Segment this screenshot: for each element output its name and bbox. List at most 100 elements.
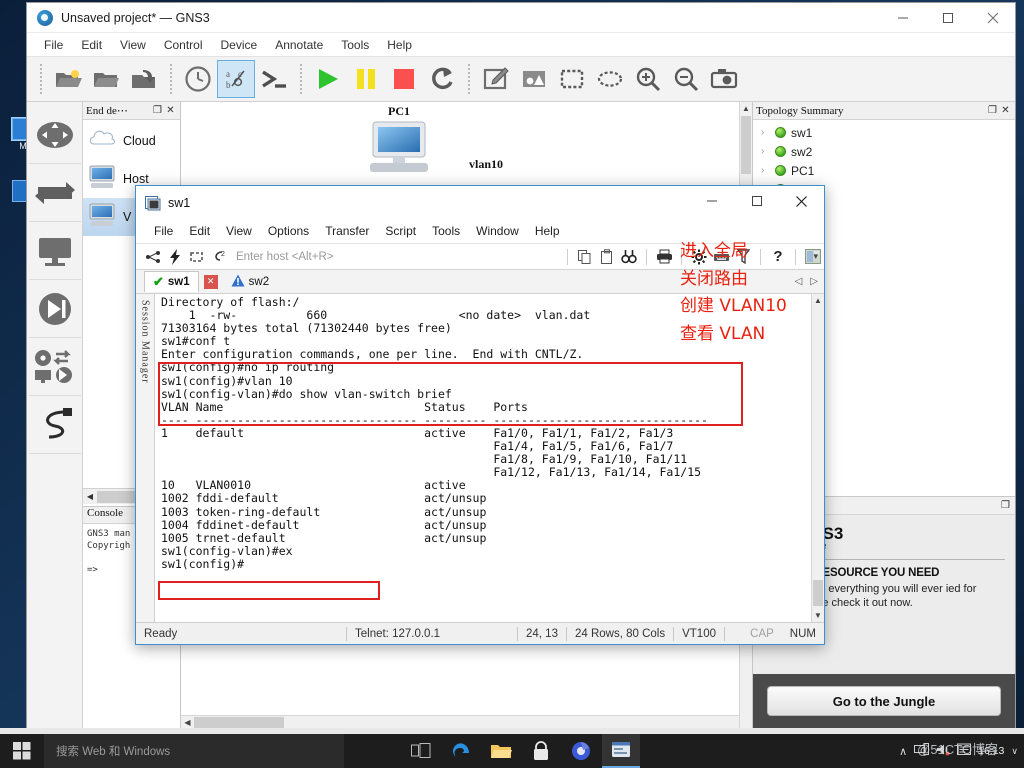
edge-button[interactable] bbox=[442, 734, 480, 768]
reload-all-button[interactable] bbox=[423, 60, 461, 98]
gns3-maximize-button[interactable] bbox=[925, 3, 970, 33]
status-caps-lock: CAP bbox=[750, 627, 774, 640]
tray-expand-caret-icon[interactable]: ∧ bbox=[899, 745, 907, 758]
gns3-taskbar-button[interactable] bbox=[602, 734, 640, 768]
copy-icon[interactable] bbox=[574, 246, 596, 268]
all-devices-button[interactable] bbox=[28, 338, 81, 396]
tab-sw2[interactable]: sw2 bbox=[223, 271, 277, 292]
chrome-button[interactable] bbox=[562, 734, 600, 768]
gns3-menu-file[interactable]: File bbox=[35, 36, 72, 54]
crt-menu-script[interactable]: Script bbox=[377, 222, 424, 240]
start-button[interactable] bbox=[0, 734, 44, 768]
taskbar-search-box[interactable]: 搜索 Web 和 Windows bbox=[44, 734, 344, 768]
topology-row-sw2[interactable]: › sw2 bbox=[753, 142, 1015, 161]
scroll-thumb[interactable] bbox=[813, 580, 823, 606]
gns3-menu-control[interactable]: Control bbox=[155, 36, 212, 54]
scroll-down-icon[interactable]: ▼ bbox=[812, 609, 824, 622]
print-icon[interactable] bbox=[653, 246, 675, 268]
connect-icon[interactable] bbox=[142, 246, 164, 268]
close-icon[interactable]: ✕ bbox=[164, 105, 177, 116]
gns3-menu-device[interactable]: Device bbox=[212, 36, 267, 54]
start-all-button[interactable] bbox=[309, 60, 347, 98]
close-tab-icon[interactable]: ✕ bbox=[203, 274, 218, 289]
device-item-cloud[interactable]: Cloud bbox=[83, 122, 180, 160]
crt-menu-tools[interactable]: Tools bbox=[424, 222, 468, 240]
console-all-button[interactable] bbox=[255, 60, 293, 98]
crt-menu-transfer[interactable]: Transfer bbox=[317, 222, 377, 240]
crt-menu-help[interactable]: Help bbox=[527, 222, 568, 240]
gns3-menu-edit[interactable]: Edit bbox=[72, 36, 111, 54]
canvas-horizontal-scrollbar[interactable]: ◀ bbox=[181, 715, 739, 728]
session-manager-sidebar[interactable]: Session Manager bbox=[136, 294, 155, 622]
task-view-button[interactable] bbox=[402, 734, 440, 768]
paste-icon[interactable] bbox=[596, 246, 618, 268]
new-project-button[interactable] bbox=[49, 60, 87, 98]
node-pc1[interactable]: PC1 bbox=[366, 104, 432, 180]
gns3-minimize-button[interactable] bbox=[880, 3, 925, 33]
crt-menu-options[interactable]: Options bbox=[260, 222, 317, 240]
topology-row-pc1[interactable]: › PC1 bbox=[753, 161, 1015, 180]
pause-all-button[interactable] bbox=[347, 60, 385, 98]
crt-menu-window[interactable]: Window bbox=[468, 222, 527, 240]
quick-connect-icon[interactable] bbox=[164, 246, 186, 268]
tab-sw1[interactable]: ✔ sw1 bbox=[144, 271, 199, 292]
scroll-left-icon[interactable]: ◀ bbox=[83, 492, 97, 501]
gns3-close-button[interactable] bbox=[970, 3, 1015, 33]
tab-next-icon[interactable]: ▷ bbox=[810, 276, 818, 287]
scroll-thumb[interactable] bbox=[194, 716, 284, 728]
screenshot-button[interactable] bbox=[705, 60, 743, 98]
float-icon[interactable]: ❐ bbox=[986, 105, 999, 116]
float-icon[interactable]: ❐ bbox=[999, 500, 1012, 511]
scroll-left-icon[interactable]: ◀ bbox=[181, 718, 194, 727]
draw-rectangle-button[interactable] bbox=[553, 60, 591, 98]
scroll-up-icon[interactable]: ▲ bbox=[740, 102, 752, 115]
toolbar-overflow-caret-icon[interactable]: ▾ bbox=[813, 251, 818, 262]
find-icon[interactable] bbox=[618, 246, 640, 268]
securecrt-minimize-button[interactable] bbox=[689, 186, 734, 216]
open-project-button[interactable] bbox=[87, 60, 125, 98]
connect-in-tab-icon[interactable] bbox=[186, 246, 208, 268]
zoom-out-button[interactable] bbox=[667, 60, 705, 98]
host-input[interactable]: Enter host <Alt+R> bbox=[236, 251, 334, 263]
go-to-jungle-button[interactable]: Go to the Jungle bbox=[767, 686, 1001, 716]
show-hide-labels-button[interactable]: a c b bbox=[217, 60, 255, 98]
help-icon[interactable]: ? bbox=[767, 246, 789, 268]
zoom-in-button[interactable] bbox=[629, 60, 667, 98]
add-link-button[interactable] bbox=[28, 396, 81, 454]
gns3-menu-tools[interactable]: Tools bbox=[332, 36, 378, 54]
securecrt-maximize-button[interactable] bbox=[734, 186, 779, 216]
crt-menu-edit[interactable]: Edit bbox=[181, 222, 218, 240]
file-explorer-button[interactable] bbox=[482, 734, 520, 768]
disconnect-icon[interactable]: 2 bbox=[208, 246, 230, 268]
crt-menu-view[interactable]: View bbox=[218, 222, 260, 240]
topology-row-sw1[interactable]: › sw1 bbox=[753, 123, 1015, 142]
scroll-up-icon[interactable]: ▲ bbox=[812, 294, 824, 307]
stop-all-button[interactable] bbox=[385, 60, 423, 98]
add-note-icon bbox=[483, 67, 509, 90]
store-button[interactable] bbox=[522, 734, 560, 768]
snapshot-button[interactable] bbox=[179, 60, 217, 98]
scroll-thumb[interactable] bbox=[741, 116, 751, 174]
gns3-menu-annotate[interactable]: Annotate bbox=[266, 36, 332, 54]
chevron-right-icon[interactable]: › bbox=[761, 165, 770, 176]
show-desktop-caret-icon[interactable]: ∨ bbox=[1011, 746, 1018, 757]
routers-button[interactable] bbox=[28, 106, 81, 164]
gns3-menu-help[interactable]: Help bbox=[378, 36, 421, 54]
insert-image-button[interactable] bbox=[515, 60, 553, 98]
end-devices-button[interactable] bbox=[28, 222, 81, 280]
crt-menu-file[interactable]: File bbox=[146, 222, 181, 240]
chevron-right-icon[interactable]: › bbox=[761, 146, 770, 157]
add-note-button[interactable] bbox=[477, 60, 515, 98]
draw-ellipse-button[interactable] bbox=[591, 60, 629, 98]
security-devices-button[interactable] bbox=[28, 280, 81, 338]
close-icon[interactable]: ✕ bbox=[999, 105, 1012, 116]
tab-prev-icon[interactable]: ◁ bbox=[795, 276, 803, 287]
status-terminal-size: 24 Rows, 80 Cols bbox=[574, 627, 666, 640]
switches-button[interactable] bbox=[28, 164, 81, 222]
terminal-scrollbar[interactable]: ▲ ▼ bbox=[811, 294, 824, 622]
float-icon[interactable]: ❐ bbox=[151, 105, 164, 116]
chevron-right-icon[interactable]: › bbox=[761, 127, 770, 138]
save-project-button[interactable] bbox=[125, 60, 163, 98]
securecrt-close-button[interactable] bbox=[779, 186, 824, 216]
gns3-menu-view[interactable]: View bbox=[111, 36, 155, 54]
